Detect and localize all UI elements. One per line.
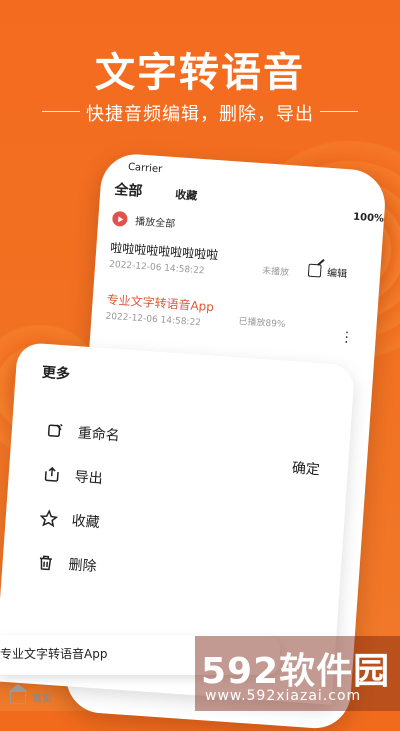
delete-option[interactable]: 删除 (36, 552, 97, 576)
trash-icon (36, 553, 55, 572)
list-item-status: 未播放 (261, 266, 290, 279)
favorite-option[interactable]: 收藏 (39, 508, 100, 532)
tabs: 全部 收藏 (113, 179, 225, 211)
edit-icon (307, 263, 322, 278)
edit-icon (45, 421, 64, 440)
export-icon (42, 465, 61, 484)
star-icon (39, 509, 59, 528)
list-item[interactable]: 专业文字转语音App 2022-12-06 14:58:22 已播放89% (105, 291, 357, 343)
more-options-icon[interactable]: ⋮ (339, 329, 354, 346)
page-title: 文字转语音 (95, 50, 305, 96)
watermark: 592软件园 www.592xiazai.com (195, 636, 400, 711)
bottom-card-text: 专业文字转语音App (0, 647, 108, 661)
play-all-button[interactable]: 播放全部 (111, 210, 176, 231)
bottom-tab-home[interactable]: 首页 (0, 683, 130, 711)
watermark-brand: 592软件园 (201, 651, 391, 692)
battery-label: 100% (352, 211, 385, 225)
tab-all[interactable]: 全部 (114, 179, 143, 201)
export-label: 导出 (74, 469, 104, 488)
home-icon (8, 683, 28, 704)
bottom-tab-label: 首页 (32, 693, 52, 705)
edit-button[interactable]: 编辑 (307, 263, 348, 281)
rename-label: 重命名 (77, 425, 121, 445)
tab-favorites[interactable]: 收藏 (175, 186, 198, 203)
edit-label: 编辑 (326, 267, 348, 281)
rename-option[interactable]: 重命名 (45, 420, 120, 445)
watermark-url: www.592xiazai.com (205, 688, 362, 704)
page-subtitle: 快捷音频编辑，删除，导出 (0, 100, 400, 126)
export-option[interactable]: 导出 (42, 464, 103, 488)
carrier-label: Carrier (127, 161, 163, 176)
sheet-title: 更多 (41, 364, 71, 383)
confirm-button[interactable]: 确定 (291, 457, 320, 479)
favorite-label: 收藏 (71, 513, 101, 532)
play-icon (111, 210, 128, 227)
list-item[interactable]: 啦啦啦啦啦啦啦啦啦 2022-12-06 14:58:22 未播放 编辑 (109, 239, 361, 291)
delete-label: 删除 (68, 557, 98, 576)
play-all-label: 播放全部 (134, 216, 176, 231)
